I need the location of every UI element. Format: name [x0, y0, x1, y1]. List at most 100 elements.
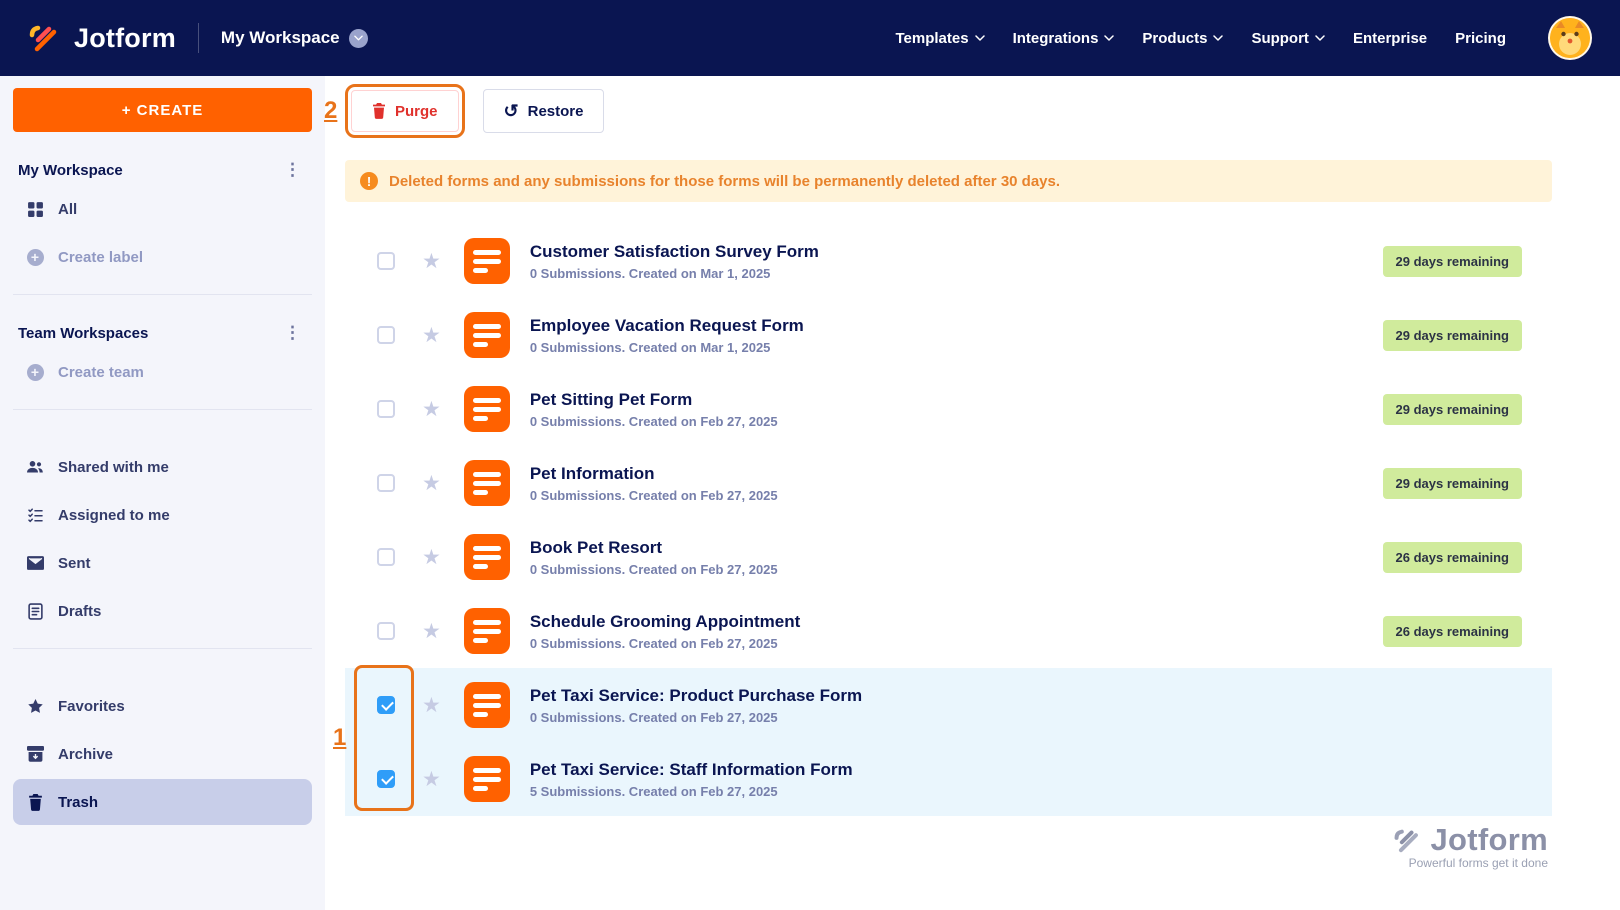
form-title[interactable]: Schedule Grooming Appointment: [530, 612, 800, 632]
star-icon[interactable]: ★: [422, 325, 441, 346]
nav-link-label: Products: [1142, 30, 1207, 47]
nav-link-integrations[interactable]: Integrations: [1013, 30, 1115, 47]
top-navbar: Jotform My Workspace Templates Integrati…: [0, 0, 1620, 76]
jotform-logo[interactable]: Jotform: [28, 23, 176, 54]
row-checkbox[interactable]: [377, 474, 395, 492]
chevron-down-icon: [1213, 35, 1223, 41]
warning-icon: !: [360, 172, 378, 190]
form-icon: [464, 460, 510, 506]
purge-label: Purge: [395, 103, 438, 120]
sidebar-divider: [13, 294, 312, 295]
trashed-forms-list: ★ Customer Satisfaction Survey Form 0 Su…: [345, 224, 1552, 816]
watermark-tagline: Powerful forms get it done: [1393, 856, 1549, 870]
sidebar-item-favorites[interactable]: Favorites: [13, 683, 312, 729]
user-avatar[interactable]: [1548, 16, 1592, 60]
watermark-wordmark: Jotform: [1431, 822, 1549, 858]
sidebar-item-trash[interactable]: Trash: [13, 779, 312, 825]
days-remaining-badge: 29 days remaining: [1383, 246, 1522, 277]
nav-link-products[interactable]: Products: [1142, 30, 1223, 47]
sidebar-item-shared-with-me[interactable]: Shared with me: [13, 444, 312, 490]
document-icon: [25, 603, 45, 620]
annotation-box-step-2: 2 Purge: [345, 84, 465, 138]
nav-link-pricing[interactable]: Pricing: [1455, 30, 1506, 47]
sidebar-item-label: Create team: [58, 364, 144, 381]
nav-link-templates[interactable]: Templates: [895, 30, 984, 47]
kebab-menu-icon[interactable]: ⋮: [278, 323, 307, 343]
plus-circle-icon: +: [25, 364, 45, 381]
form-meta: 5 Submissions. Created on Feb 27, 2025: [530, 784, 853, 799]
workspace-name: My Workspace: [221, 28, 340, 48]
star-icon[interactable]: ★: [422, 473, 441, 494]
warning-text: Deleted forms and any submissions for th…: [389, 173, 1060, 190]
jotform-watermark: Jotform Powerful forms get it done: [1393, 822, 1549, 870]
sidebar-divider: [13, 648, 312, 649]
workspace-switcher[interactable]: My Workspace: [221, 28, 368, 48]
annotation-step-2-label: 2: [324, 97, 337, 125]
nav-link-support[interactable]: Support: [1251, 30, 1325, 47]
form-meta: 0 Submissions. Created on Mar 1, 2025: [530, 340, 804, 355]
form-row: ★ Employee Vacation Request Form 0 Submi…: [345, 298, 1552, 372]
sidebar-item-assigned-to-me[interactable]: Assigned to me: [13, 492, 312, 538]
sidebar-item-archive[interactable]: Archive: [13, 731, 312, 777]
plus-circle-icon: +: [25, 249, 45, 266]
restore-button[interactable]: ↺ Restore: [483, 89, 605, 133]
form-icon: [464, 534, 510, 580]
nav-link-label: Pricing: [1455, 30, 1506, 47]
star-icon[interactable]: ★: [422, 251, 441, 272]
sidebar-item-sent[interactable]: Sent: [13, 540, 312, 586]
form-row: ★ Pet Information 0 Submissions. Created…: [345, 446, 1552, 520]
sidebar-item-create-team[interactable]: + Create team: [13, 349, 312, 395]
main-content: 2 Purge ↺ Restore ! Deleted forms and an…: [325, 76, 1620, 910]
row-checkbox[interactable]: [377, 252, 395, 270]
archive-icon: [25, 746, 45, 762]
star-icon[interactable]: ★: [422, 547, 441, 568]
sidebar-item-label: Drafts: [58, 603, 101, 620]
sidebar-item-label: Trash: [58, 794, 98, 811]
sidebar: + CREATE My Workspace ⋮ All + Create lab…: [0, 76, 325, 910]
form-icon: [464, 608, 510, 654]
checklist-icon: [25, 507, 45, 523]
sidebar-item-label: Favorites: [58, 698, 125, 715]
chevron-down-icon: [975, 35, 985, 41]
form-title[interactable]: Book Pet Resort: [530, 538, 778, 558]
form-title[interactable]: Pet Sitting Pet Form: [530, 390, 778, 410]
star-icon[interactable]: ★: [422, 621, 441, 642]
form-title[interactable]: Employee Vacation Request Form: [530, 316, 804, 336]
sidebar-item-all[interactable]: All: [13, 186, 312, 232]
create-button[interactable]: + CREATE: [13, 88, 312, 132]
form-title[interactable]: Customer Satisfaction Survey Form: [530, 242, 819, 262]
star-icon[interactable]: ★: [422, 399, 441, 420]
sidebar-item-label: Shared with me: [58, 459, 169, 476]
form-title[interactable]: Pet Taxi Service: Staff Information Form: [530, 760, 853, 780]
logo-wordmark: Jotform: [74, 23, 176, 54]
purge-button[interactable]: Purge: [351, 90, 459, 132]
chevron-down-icon: [1104, 35, 1114, 41]
kebab-menu-icon[interactable]: ⋮: [278, 160, 307, 180]
form-row: ★ Book Pet Resort 0 Submissions. Created…: [345, 520, 1552, 594]
sidebar-section-my-workspace: My Workspace ⋮: [18, 160, 307, 180]
chevron-down-icon: [1315, 35, 1325, 41]
row-checkbox[interactable]: [377, 622, 395, 640]
star-icon[interactable]: ★: [422, 695, 441, 716]
row-checkbox[interactable]: [377, 400, 395, 418]
sidebar-item-label: Assigned to me: [58, 507, 170, 524]
row-checkbox[interactable]: [377, 696, 395, 714]
days-remaining-badge: 29 days remaining: [1383, 468, 1522, 499]
restore-icon: ↺: [504, 102, 519, 120]
row-checkbox[interactable]: [377, 770, 395, 788]
restore-label: Restore: [528, 103, 584, 120]
star-icon: [25, 698, 45, 715]
form-row: ★ Pet Sitting Pet Form 0 Submissions. Cr…: [345, 372, 1552, 446]
row-checkbox[interactable]: [377, 548, 395, 566]
form-icon: [464, 756, 510, 802]
form-title[interactable]: Pet Information: [530, 464, 778, 484]
sidebar-item-drafts[interactable]: Drafts: [13, 588, 312, 634]
section-title: Team Workspaces: [18, 325, 148, 342]
days-remaining-badge: 26 days remaining: [1383, 616, 1522, 647]
sidebar-item-create-label[interactable]: + Create label: [13, 234, 312, 280]
form-title[interactable]: Pet Taxi Service: Product Purchase Form: [530, 686, 862, 706]
jotform-logo-icon: [28, 23, 62, 53]
nav-link-enterprise[interactable]: Enterprise: [1353, 30, 1427, 47]
star-icon[interactable]: ★: [422, 769, 441, 790]
row-checkbox[interactable]: [377, 326, 395, 344]
